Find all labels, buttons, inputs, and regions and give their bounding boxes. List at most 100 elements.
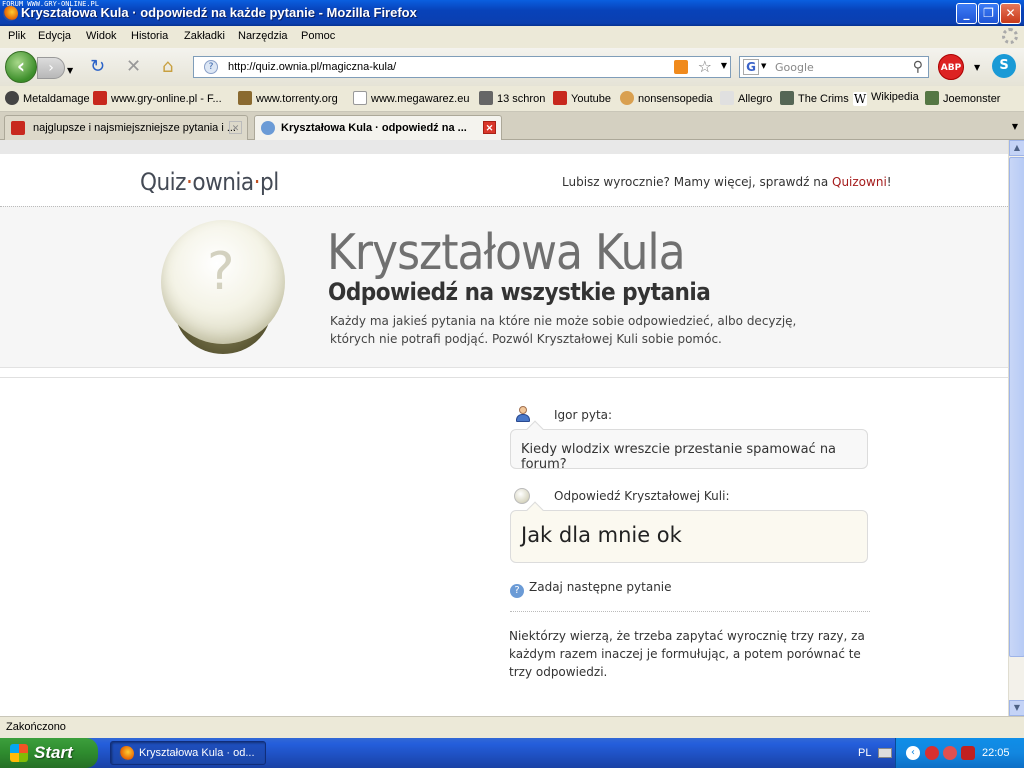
adblock-plus-icon[interactable]: ABP [938, 54, 964, 80]
scroll-down-button[interactable]: ▼ [1009, 700, 1024, 716]
reload-icon[interactable]: ↻ [90, 58, 105, 76]
menu-historia[interactable]: Historia [131, 30, 168, 42]
url-text[interactable]: http://quiz.ownia.pl/magiczna-kula/ [228, 61, 396, 73]
bookmark-gry-online[interactable]: www.gry-online.pl - F... [93, 91, 222, 105]
menu-plik[interactable]: Plik [8, 30, 26, 42]
disc-icon [5, 91, 19, 105]
vertical-scrollbar[interactable]: ▲ ▼ [1008, 140, 1024, 716]
address-bar[interactable]: ? http://quiz.ownia.pl/magiczna-kula/ ☆ … [193, 56, 731, 78]
scroll-thumb[interactable] [1009, 157, 1024, 657]
potato-icon [620, 91, 634, 105]
g-icon [93, 91, 107, 105]
windows-logo-icon [10, 744, 28, 762]
question-text: Kiedy wlodzix wreszcie przestanie spamow… [521, 442, 837, 472]
tab-label: najglupsze i najsmiejszniejsze pytania i… [33, 122, 236, 134]
start-button[interactable]: Start [0, 738, 98, 768]
forward-button[interactable]: › [37, 57, 65, 79]
answer-text: Jak dla mnie ok [521, 523, 682, 547]
home-icon[interactable]: ⌂ [162, 58, 173, 76]
clock[interactable]: 22:05 [982, 747, 1010, 759]
skype-icon[interactable]: S [992, 54, 1016, 78]
question-bubble: Kiedy wlodzix wreszcie przestanie spamow… [510, 420, 868, 472]
ask-again-link[interactable]: ? Zadaj następne pytanie [510, 580, 672, 598]
engine-dropdown-icon[interactable]: ▼ [761, 62, 766, 70]
tray-app-icon[interactable] [925, 746, 939, 760]
menu-edycja[interactable]: Edycja [38, 30, 71, 42]
close-button[interactable]: ✕ [1000, 3, 1021, 24]
navigation-toolbar: ‹ › ▼ ↻ ✕ ⌂ ? http://quiz.ownia.pl/magic… [0, 48, 1024, 86]
window-title-bar[interactable]: FORUM WWW.GRY-ONLINE.PL Kryształowa Kula… [0, 0, 1024, 26]
taskbar-firefox-task[interactable]: Kryształowa Kula · od... [110, 741, 266, 765]
google-engine-icon[interactable]: G [743, 59, 759, 75]
page-subtitle: Odpowiedź na wszystkie pytania [328, 278, 711, 306]
page-title: Kryształowa Kula [327, 224, 686, 281]
tab-close-icon[interactable]: ✕ [483, 121, 496, 134]
bookmark-nonsensopedia[interactable]: nonsensopedia [620, 91, 713, 105]
crystal-ball-icon: ? [161, 220, 285, 354]
tray-flash-icon[interactable] [943, 746, 957, 760]
bookmark-wikipedia[interactable]: W Wikipedia [853, 91, 919, 106]
bookmark-allegro[interactable]: Allegro [720, 91, 772, 105]
bookmark-joemonster[interactable]: Joemonster [925, 91, 1000, 105]
bookmark-the-crims[interactable]: The Crims [780, 91, 849, 105]
hero-divider [0, 377, 1008, 378]
page-icon [353, 91, 367, 105]
youtube-icon [553, 91, 567, 105]
back-button[interactable]: ‹ [5, 51, 37, 83]
tab-najglupsze[interactable]: najglupsze i najsmiejszniejsze pytania i… [4, 115, 248, 140]
bookmark-13-schron[interactable]: 13 schron [479, 91, 545, 105]
oracle-note: Niektórzy wierzą, że trzeba zapytać wyro… [509, 629, 865, 679]
tray-expand-icon[interactable]: ‹ [906, 746, 920, 760]
status-text: Zakończono [6, 721, 66, 733]
question-icon: ? [510, 584, 524, 598]
minimize-button[interactable]: _ [956, 3, 977, 24]
menu-zakladki[interactable]: Zakładki [184, 30, 225, 42]
firefox-icon[interactable] [3, 6, 18, 21]
tab-krysztalowa-kula[interactable]: Kryształowa Kula · odpowiedź na ... ✕ [254, 115, 502, 140]
url-dropdown-icon[interactable]: ▼ [721, 61, 727, 70]
history-dropdown-icon[interactable]: ▼ [67, 62, 73, 80]
web-page: Quiz·ownia·pl Lubisz wyrocznie? Mamy wię… [0, 140, 1008, 716]
search-icon[interactable]: ⚲ [913, 59, 923, 75]
menu-pomoc[interactable]: Pomoc [301, 30, 335, 42]
menu-widok[interactable]: Widok [86, 30, 117, 42]
site-identity-icon[interactable]: ? [204, 60, 218, 74]
torrent-icon [238, 91, 252, 105]
window-title: Kryształowa Kula · odpowiedź na każde py… [21, 5, 417, 20]
asker-label: Igor pyta: [554, 408, 613, 422]
quizownia-link[interactable]: Quizowni [832, 175, 887, 189]
tab-close-icon[interactable]: ✕ [229, 121, 242, 134]
monster-icon [925, 91, 939, 105]
answer-bubble: Jak dla mnie ok [510, 501, 868, 563]
site-logo[interactable]: Quiz·ownia·pl [140, 168, 279, 196]
status-bar: Zakończono [0, 716, 1024, 738]
bookmark-metaldamage[interactable]: Metaldamage [5, 91, 90, 105]
crystal-ball-small-icon [514, 488, 530, 504]
divider [510, 611, 870, 612]
intro-text: Każdy ma jakieś pytania na które nie moż… [330, 314, 797, 346]
shelter-icon [479, 91, 493, 105]
search-bar[interactable]: G ▼ Google ⚲ [739, 56, 929, 78]
tab-list-dropdown-icon[interactable]: ▼ [1006, 115, 1024, 139]
rss-feed-icon[interactable] [674, 60, 688, 74]
search-placeholder[interactable]: Google [775, 61, 814, 74]
bookmark-youtube[interactable]: Youtube [553, 91, 611, 105]
menu-narzedzia[interactable]: Narzędzia [238, 30, 288, 42]
g-icon [11, 121, 25, 135]
bookmark-megawarez[interactable]: www.megawarez.eu [353, 91, 469, 105]
stop-icon[interactable]: ✕ [126, 58, 141, 76]
adblock-dropdown-icon[interactable]: ▼ [974, 63, 980, 72]
language-indicator[interactable]: PL [858, 747, 871, 759]
bookmark-star-icon[interactable]: ☆ [698, 57, 712, 76]
maximize-button[interactable]: ❐ [978, 3, 999, 24]
user-icon [515, 406, 530, 423]
security-shield-icon[interactable] [961, 746, 975, 760]
keyboard-icon[interactable] [878, 748, 892, 758]
bookmarks-toolbar: Metaldamage www.gry-online.pl - F... www… [0, 86, 1024, 112]
wikipedia-icon: W [853, 92, 867, 106]
bookmark-torrenty[interactable]: www.torrenty.org [238, 91, 338, 105]
scroll-up-button[interactable]: ▲ [1009, 140, 1024, 156]
answer-label: Odpowiedź Kryształowej Kuli: [554, 489, 730, 503]
crims-icon [780, 91, 794, 105]
top-strip [0, 140, 1008, 154]
